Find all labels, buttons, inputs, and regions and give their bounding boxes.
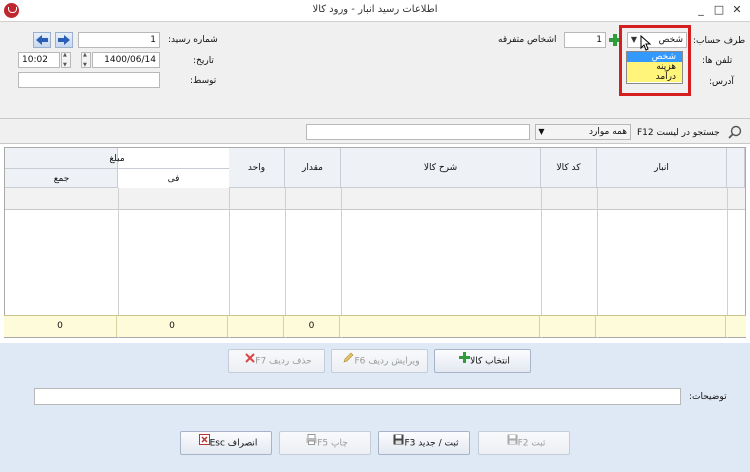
notes-input[interactable] <box>34 388 681 405</box>
close-button[interactable]: ✕ <box>728 2 746 18</box>
highlight-annotation <box>619 25 691 96</box>
chevron-down-icon[interactable]: ▼ <box>536 125 547 139</box>
account-side-label: طرف حساب: <box>693 36 746 46</box>
total-amount-value: 0 <box>4 316 117 337</box>
date-label: تاریخ: <box>193 56 214 66</box>
account-name-label: اشخاص متفرقه <box>498 35 557 45</box>
previous-record-button[interactable] <box>33 32 51 48</box>
receipt-number-input[interactable]: 1 <box>78 32 160 48</box>
column-header-unit[interactable]: واحد <box>229 148 285 188</box>
date-spinner[interactable] <box>81 52 91 68</box>
receipt-number-label: شماره رسید: <box>168 35 218 45</box>
action-panel: حذف ردیف F7 ویرایش ردیف F6 انتخاب کالا ت… <box>0 343 750 472</box>
window-title: اطلاعات رسید انبار - ورود کالا <box>312 4 438 15</box>
arrow-right-icon <box>58 35 70 45</box>
address-label: آدرس: <box>709 77 734 87</box>
plus-icon <box>459 350 471 372</box>
select-item-button[interactable]: انتخاب کالا <box>434 349 531 373</box>
delete-icon <box>245 350 255 372</box>
by-label: توسط: <box>190 76 217 86</box>
date-input[interactable]: 1400/06/14 <box>92 52 160 68</box>
by-input[interactable] <box>18 72 160 88</box>
cancel-icon <box>198 432 210 454</box>
filter-row[interactable] <box>5 188 745 210</box>
maximize-button[interactable]: □ <box>710 2 728 18</box>
column-header-warehouse[interactable]: انبار <box>597 148 727 188</box>
column-header-total[interactable]: جمع <box>5 174 118 184</box>
time-spinner[interactable] <box>61 52 71 68</box>
search-label: جستجو در لیست F12 <box>637 128 720 138</box>
notes-label: توضیحات: <box>689 392 727 402</box>
column-header-item-code[interactable]: کد کالا <box>541 148 597 188</box>
phones-label: تلفن ها: <box>702 56 733 66</box>
delete-row-button[interactable]: حذف ردیف F7 <box>228 349 325 373</box>
next-record-button[interactable] <box>55 32 73 48</box>
search-bar: همه موارد ▼ جستجو در لیست F12 <box>0 118 750 144</box>
pencil-icon <box>343 350 354 372</box>
row-indicator-header <box>727 148 745 188</box>
time-input[interactable]: 10:02 <box>18 52 60 68</box>
save-and-new-button[interactable]: ثبت / جدید F3 <box>378 431 470 455</box>
column-header-description[interactable]: شرح کالا <box>341 148 541 188</box>
disk-icon <box>507 432 518 454</box>
printer-icon <box>306 432 317 454</box>
save-button[interactable]: ثبت F2 <box>478 431 570 455</box>
totals-row: 0 0 0 <box>4 315 746 337</box>
column-header-amount: مبلغ <box>109 154 125 164</box>
search-scope-select[interactable]: همه موارد <box>535 124 631 140</box>
total-unit-price-value: 0 <box>117 316 228 337</box>
search-icon <box>728 125 742 142</box>
edit-row-button[interactable]: ویرایش ردیف F6 <box>331 349 428 373</box>
column-header-unit-price[interactable]: فی <box>118 174 229 184</box>
column-header-quantity[interactable]: مقدار <box>285 148 341 188</box>
disk-icon <box>393 432 404 454</box>
search-input[interactable] <box>306 124 530 140</box>
account-number-input[interactable]: 1 <box>564 32 606 48</box>
items-table: مبلغ جمع فی واحد مقدار شرح کالا کد کالا … <box>4 147 746 338</box>
minimize-button[interactable]: _ <box>692 2 710 18</box>
total-quantity-value: 0 <box>284 316 340 337</box>
title-bar: اطلاعات رسید انبار - ورود کالا _ □ ✕ <box>0 0 750 22</box>
print-button[interactable]: چاپ F5 <box>279 431 371 455</box>
arrow-left-icon <box>36 35 48 45</box>
cancel-button[interactable]: انصراف Esc <box>180 431 272 455</box>
